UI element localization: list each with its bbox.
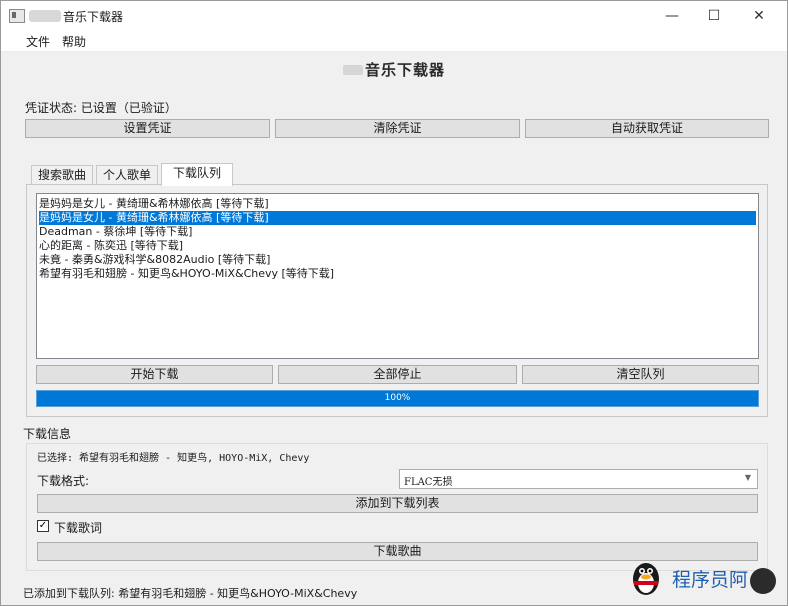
set-credentials-button[interactable]: 设置凭证 [25,119,270,138]
tab-personal-playlists[interactable]: 个人歌单 [96,165,158,185]
download-progress-bar: 100% [36,390,759,407]
start-download-button[interactable]: 开始下载 [36,365,273,384]
title-bar: 音乐下载器 — ☐ ✕ [1,1,787,31]
tab-download-queue[interactable]: 下载队列 [161,163,233,186]
watermark-text: 程序员阿 [672,569,749,591]
queue-item[interactable]: 未竟 - 秦勇&游戏科学&8082Audio [等待下载] [39,253,270,267]
app-heading: 音乐下载器 [1,59,787,80]
menu-help[interactable]: 帮助 [62,33,86,50]
queue-item[interactable]: 希望有羽毛和翅膀 - 知更鸟&HOYO-MiX&Chevy [等待下载] [39,267,334,281]
selected-song-text: 已选择: 希望有羽毛和翅膀 - 知更鸟, HOYO-MiX, Chevy [37,449,309,464]
app-window: 音乐下载器 — ☐ ✕ 文件 帮助 音乐下载器 凭证状态: 已设置（已验证） 设… [0,0,788,606]
add-to-download-list-button[interactable]: 添加到下载列表 [37,494,758,513]
chevron-down-icon: ▼ [744,473,751,482]
clear-queue-button[interactable]: 清空队列 [522,365,759,384]
clear-credentials-button[interactable]: 清除凭证 [275,119,520,138]
window-title: 音乐下载器 [63,10,124,24]
menu-file[interactable]: 文件 [26,33,50,50]
stop-all-button[interactable]: 全部停止 [278,365,517,384]
download-queue-list[interactable]: 是妈妈是女儿 - 黄绮珊&希林娜依高 [等待下载] 是妈妈是女儿 - 黄绮珊&希… [36,193,759,359]
queue-item-selected[interactable]: 是妈妈是女儿 - 黄绮珊&希林娜依高 [等待下载] [39,211,756,225]
lyrics-checkbox[interactable]: ✓ [37,520,49,532]
auto-get-credentials-button[interactable]: 自动获取凭证 [525,119,769,138]
status-text: 已添加到下载队列: 希望有羽毛和翅膀 - 知更鸟&HOYO-MiX&Chevy [23,587,358,600]
download-info-label: 下载信息 [23,427,72,441]
tab-search-songs[interactable]: 搜索歌曲 [31,165,93,185]
queue-item[interactable]: Deadman - 蔡徐坤 [等待下载] [39,225,192,239]
menu-bar: 文件 帮助 [1,31,787,52]
heading-prefix-blur [342,65,363,75]
close-button[interactable]: ✕ [736,1,782,31]
queue-item[interactable]: 是妈妈是女儿 - 黄绮珊&希林娜依高 [等待下载] [39,197,269,211]
format-select[interactable]: FLAC无损 ▼ [399,469,758,489]
app-icon [9,9,25,23]
lyrics-checkbox-label[interactable]: 下载歌词 [54,519,102,536]
credential-status: 凭证状态: 已设置（已验证） [25,101,177,115]
title-prefix-blur [29,10,61,22]
selected-song-value: 已选择: 希望有羽毛和翅膀 - 知更鸟, HOYO-MiX, Chevy [37,453,310,464]
format-select-value: FLAC无损 [404,477,453,488]
heading-text: 音乐下载器 [364,61,445,79]
minimize-button[interactable]: — [649,1,695,31]
watermark: 程序员阿 [626,557,776,597]
format-label: 下载格式: [37,474,90,488]
queue-item[interactable]: 心的距离 - 陈奕迅 [等待下载] [39,239,183,253]
maximize-button[interactable]: ☐ [691,1,737,31]
